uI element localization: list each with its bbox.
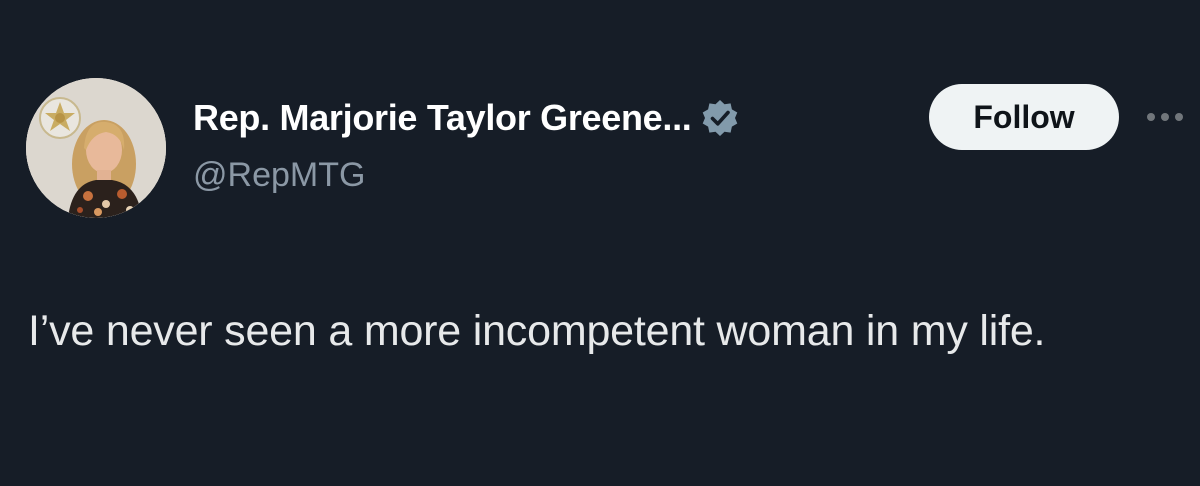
more-horizontal-icon[interactable]: [1147, 104, 1197, 130]
avatar[interactable]: [26, 78, 166, 218]
author-display-name[interactable]: Rep. Marjorie Taylor Greene...: [193, 97, 692, 139]
tweet-card: Rep. Marjorie Taylor Greene... @RepMTG F…: [0, 0, 1200, 486]
more-dot: [1175, 113, 1183, 121]
more-dot: [1147, 113, 1155, 121]
more-dot: [1161, 113, 1169, 121]
profile-photo-icon: [26, 78, 166, 218]
author-handle[interactable]: @RepMTG: [193, 156, 365, 195]
follow-button[interactable]: Follow: [929, 84, 1119, 150]
author-name-row: Rep. Marjorie Taylor Greene...: [193, 94, 740, 142]
verified-badge-icon[interactable]: [700, 98, 740, 138]
tweet-text: I’ve never seen a more incompetent woman…: [28, 307, 1046, 355]
